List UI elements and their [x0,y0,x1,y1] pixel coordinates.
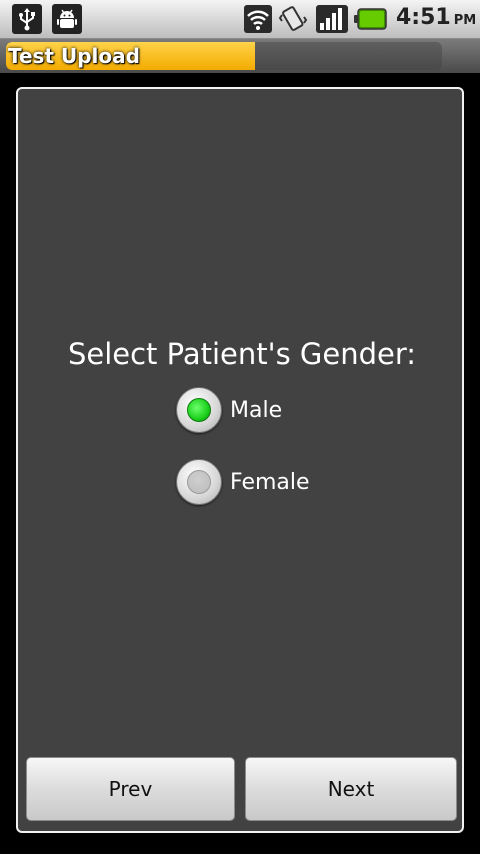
android-debug-icon [52,4,82,34]
clock-ampm: PM [453,13,477,28]
radio-option-male[interactable]: Male [176,385,282,435]
radio-label-female: Female [230,469,310,495]
signal-icon [316,5,348,37]
title-bar: Test Upload [0,39,480,73]
radio-unselected-indicator [187,470,211,494]
usb-icon [12,4,42,34]
status-bar: 4:51 PM [0,0,480,39]
gender-prompt: Select Patient's Gender: [67,337,417,371]
next-button[interactable]: Next [245,757,457,821]
vibrate-icon [278,5,308,37]
radio-button-female[interactable] [176,459,222,505]
radio-selected-indicator [187,398,211,422]
window-title: Test Upload [8,44,140,68]
clock-time: 4:51 [396,5,451,30]
gender-form-panel: Select Patient's Gender: Male Female Pre… [16,87,464,833]
radio-button-male[interactable] [176,387,222,433]
battery-icon [354,8,388,34]
clock: 4:51 PM [396,5,476,30]
radio-label-male: Male [230,397,283,423]
radio-option-female[interactable]: Female [176,457,310,507]
prev-button[interactable]: Prev [26,757,235,821]
wifi-icon [244,5,272,37]
